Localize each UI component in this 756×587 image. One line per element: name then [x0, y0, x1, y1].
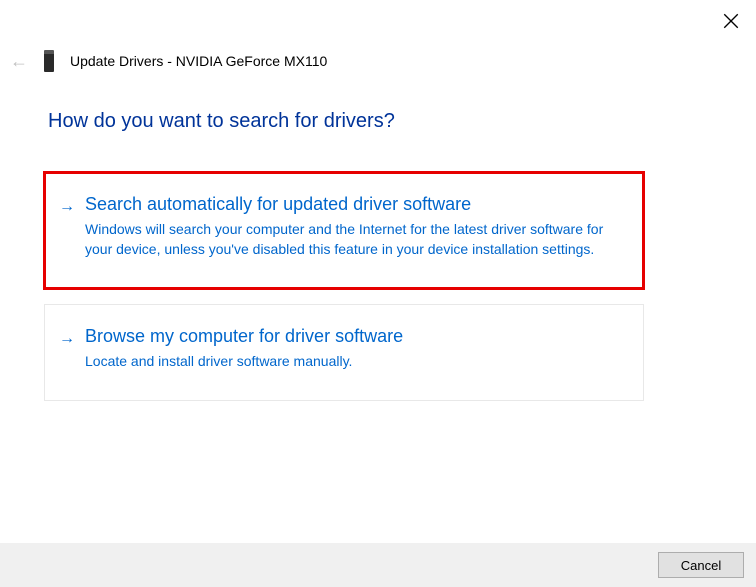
option-description: Windows will search your computer and th…: [85, 220, 625, 259]
window-title: Update Drivers - NVIDIA GeForce MX110: [70, 53, 327, 69]
page-heading: How do you want to search for drivers?: [48, 110, 395, 133]
options-list: → Search automatically for updated drive…: [44, 172, 644, 401]
cancel-button[interactable]: Cancel: [658, 552, 744, 578]
option-text: Search automatically for updated driver …: [85, 193, 625, 260]
option-browse-computer[interactable]: → Browse my computer for driver software…: [44, 304, 644, 401]
back-arrow-icon[interactable]: ←: [10, 51, 28, 72]
option-description: Locate and install driver software manua…: [85, 352, 625, 372]
close-icon: [722, 12, 740, 30]
device-icon: [44, 50, 54, 72]
option-title: Browse my computer for driver software: [85, 325, 625, 348]
option-search-automatically[interactable]: → Search automatically for updated drive…: [44, 172, 644, 289]
header-row: ← Update Drivers - NVIDIA GeForce MX110: [10, 50, 327, 72]
option-title: Search automatically for updated driver …: [85, 193, 625, 216]
arrow-right-icon: →: [59, 328, 75, 372]
option-text: Browse my computer for driver software L…: [85, 325, 625, 372]
footer-bar: Cancel: [0, 543, 756, 587]
arrow-right-icon: →: [59, 196, 75, 260]
close-button[interactable]: [722, 12, 740, 30]
